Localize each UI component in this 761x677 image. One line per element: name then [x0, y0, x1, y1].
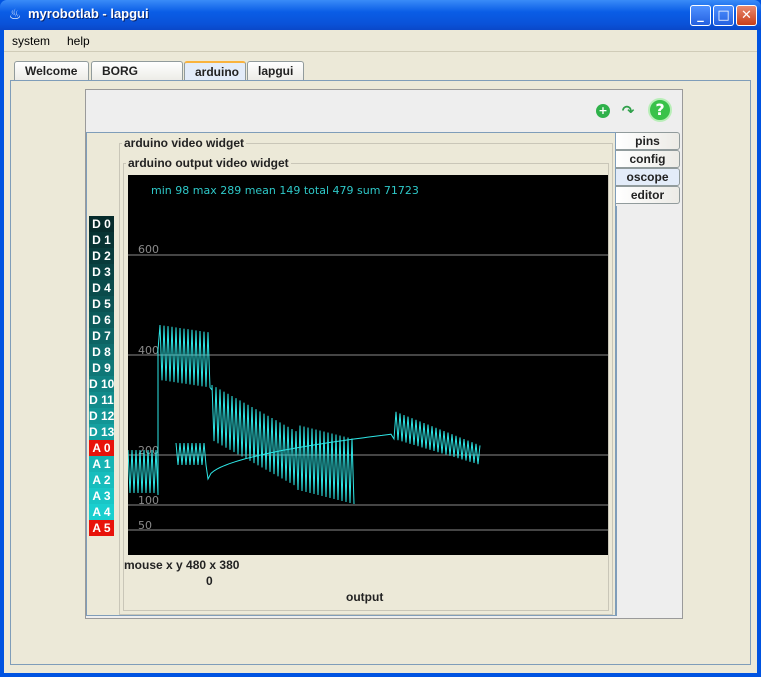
tab-welcome[interactable]: Welcome: [14, 61, 89, 81]
arduino-service-panel: + ↷ ? D 0D 1D 2D 3D 4D 5D 6D 7D 8D 9D 10…: [85, 89, 683, 619]
tab-arduino[interactable]: arduino: [184, 61, 246, 82]
pin-a1[interactable]: A 1: [89, 456, 114, 472]
oscilloscope-display[interactable]: 600 400 200 100 50 min 98 max 289 mean 1…: [127, 175, 608, 555]
pin-d9[interactable]: D 9: [89, 360, 114, 376]
gridline-label-400: 400: [138, 344, 159, 357]
pin-d13[interactable]: D 13: [89, 424, 114, 440]
video-widget-frame: D 0D 1D 2D 3D 4D 5D 6D 7D 8D 9D 10 D 11 D …: [86, 132, 616, 616]
java-icon: ♨: [8, 7, 22, 23]
window-content: system help Welcome BORG 33352 arduino l…: [4, 30, 757, 673]
gridline-label-100: 100: [138, 494, 159, 507]
pin-list: D 0D 1D 2D 3D 4D 5D 6D 7D 8D 9D 10 D 11 D …: [89, 216, 114, 536]
pin-a2[interactable]: A 2: [89, 472, 114, 488]
pin-d2[interactable]: D 2: [89, 248, 114, 264]
pin-d3[interactable]: D 3: [89, 264, 114, 280]
pin-d1[interactable]: D 1: [89, 232, 114, 248]
pin-d8[interactable]: D 8: [89, 344, 114, 360]
close-button[interactable]: ✕: [736, 5, 757, 26]
tab-borg[interactable]: BORG 33352: [91, 61, 183, 97]
video-widget-title: arduino video widget: [122, 136, 247, 150]
minimize-button[interactable]: _: [690, 5, 711, 26]
side-tab-config[interactable]: config: [616, 150, 680, 168]
maximize-button[interactable]: □: [713, 5, 734, 26]
side-tab-pins[interactable]: pins: [616, 132, 680, 150]
output-widget-title: arduino output video widget: [126, 156, 291, 170]
menu-bar: system help: [4, 30, 757, 52]
window-title: myrobotlab - lapgui: [28, 6, 149, 21]
add-icon[interactable]: +: [596, 104, 610, 118]
side-tabs: pins config oscope editor: [616, 132, 680, 204]
pin-a5[interactable]: A 5: [89, 520, 114, 536]
tab-lapgui[interactable]: lapgui: [247, 61, 304, 81]
pin-d12[interactable]: D 12: [89, 408, 114, 424]
pin-a3[interactable]: A 3: [89, 488, 114, 504]
value-readout: 0: [206, 574, 213, 588]
app-window: ♨ myrobotlab - lapgui _ □ ✕ system help …: [0, 0, 761, 677]
side-tab-editor[interactable]: editor: [616, 186, 680, 204]
output-video-widget-group: arduino output video widget 600 400 200 …: [123, 156, 609, 611]
pin-a0[interactable]: A 0: [89, 440, 114, 456]
pin-d5[interactable]: D 5: [89, 296, 114, 312]
pin-d6[interactable]: D 6: [89, 312, 114, 328]
pin-d11[interactable]: D 11: [89, 392, 114, 408]
side-panel-body: [616, 206, 680, 616]
scope-trace-a0: [127, 324, 355, 505]
video-widget-group: arduino video widget arduino output vide…: [119, 136, 613, 615]
scope-stats: min 98 max 289 mean 149 total 479 sum 71…: [151, 184, 419, 197]
arduino-panel: + ↷ ? D 0D 1D 2D 3D 4D 5D 6D 7D 8D 9D 10…: [10, 80, 751, 665]
pin-d0[interactable]: D 0: [89, 216, 114, 232]
mouse-readout: mouse x y 480 x 380: [124, 558, 240, 572]
pin-d7[interactable]: D 7: [89, 328, 114, 344]
pin-d4[interactable]: D 4: [89, 280, 114, 296]
gridline-label-50: 50: [138, 519, 152, 532]
pin-d10[interactable]: D 10: [89, 376, 114, 392]
menu-system[interactable]: system: [12, 34, 50, 48]
oscilloscope-svg: 600 400 200 100 50 min 98 max 289 mean 1…: [127, 184, 608, 532]
side-tab-oscope[interactable]: oscope: [616, 168, 680, 186]
pin-a4[interactable]: A 4: [89, 504, 114, 520]
gridline-label-600: 600: [138, 243, 159, 256]
title-bar[interactable]: ♨ myrobotlab - lapgui _ □ ✕: [0, 0, 761, 30]
refresh-icon[interactable]: ↷: [620, 103, 636, 119]
help-icon[interactable]: ?: [648, 98, 672, 122]
menu-help[interactable]: help: [67, 34, 90, 48]
output-label: output: [346, 590, 384, 604]
